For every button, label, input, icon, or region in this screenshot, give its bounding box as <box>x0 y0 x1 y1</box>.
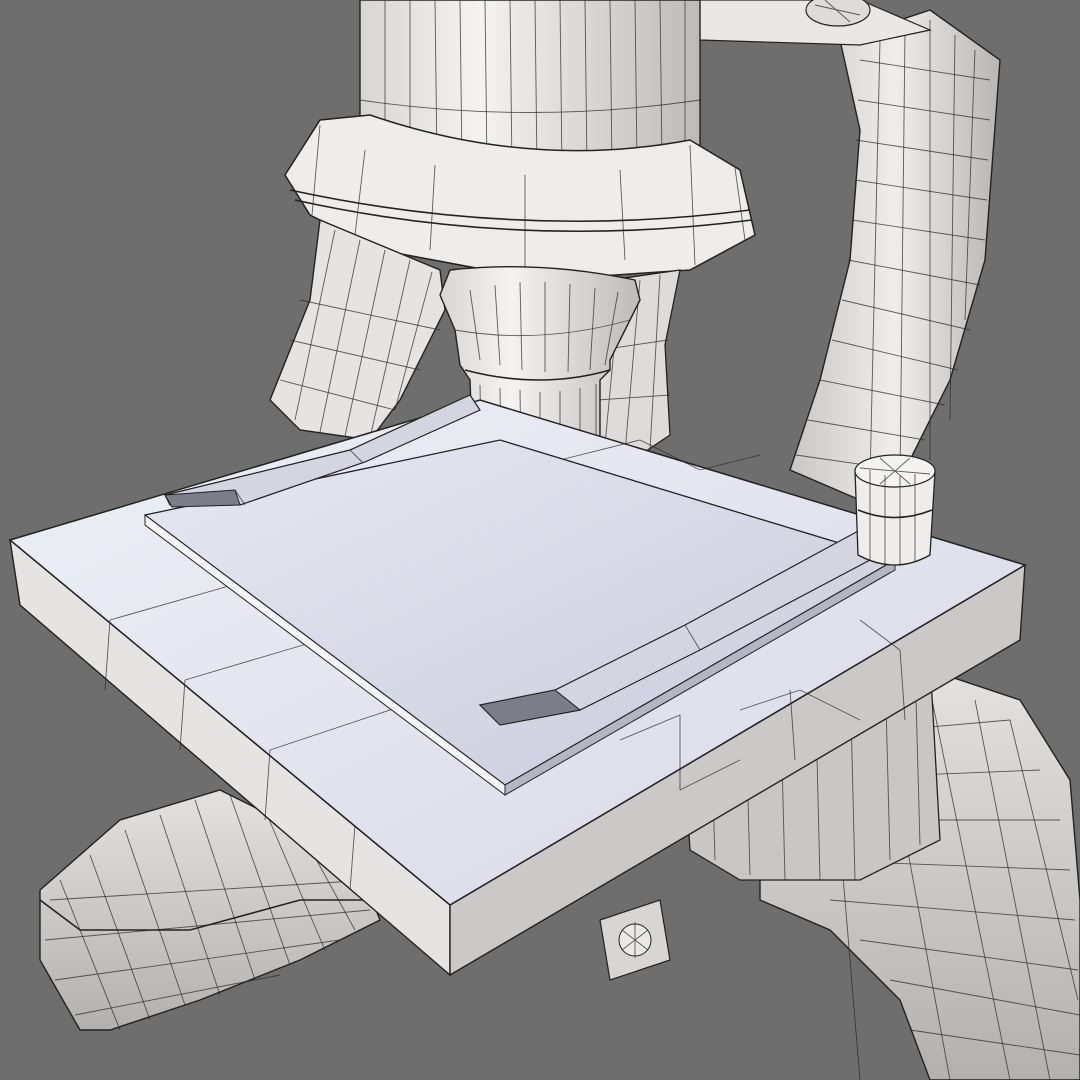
microscope-render <box>0 0 1080 1080</box>
arm <box>689 0 1001 501</box>
clip-post <box>854 454 936 566</box>
microscope-svg <box>8 0 1080 1080</box>
